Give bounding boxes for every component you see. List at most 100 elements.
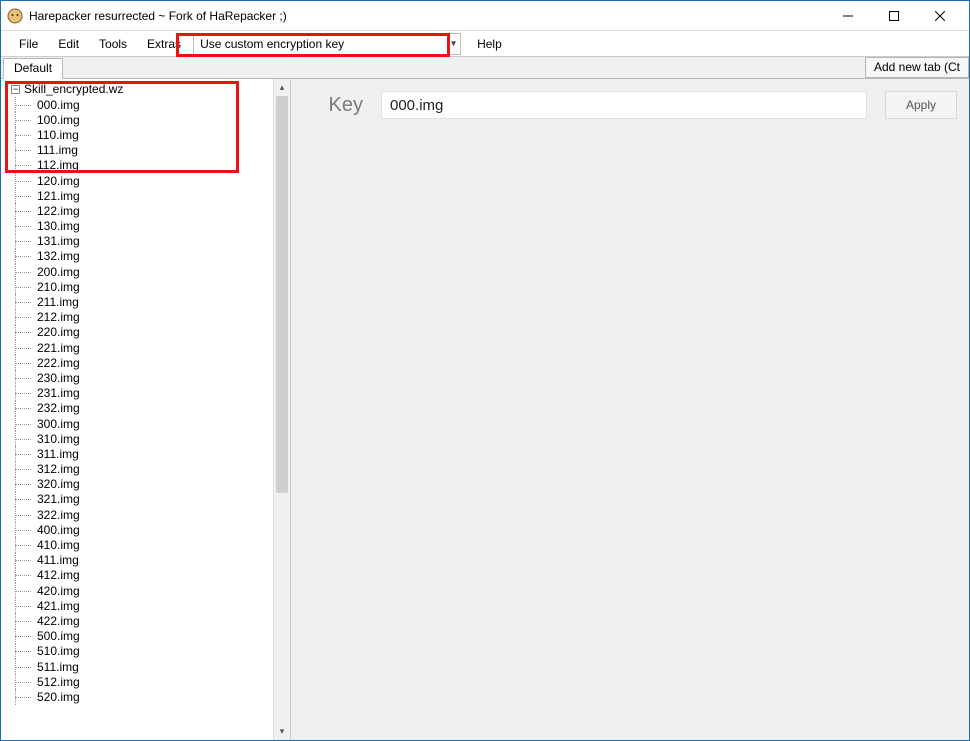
tree-item-label: 132.img bbox=[27, 249, 80, 263]
tree-item-label: 212.img bbox=[27, 310, 80, 324]
tree-scrollbar[interactable]: ▴ ▾ bbox=[273, 79, 290, 740]
tree-item[interactable]: 121.img bbox=[3, 188, 290, 203]
window-title: Harepacker resurrected ~ Fork of HaRepac… bbox=[29, 9, 825, 23]
tree-item-label: 110.img bbox=[27, 128, 79, 142]
tree-item[interactable]: 311.img bbox=[3, 446, 290, 461]
tree-item[interactable]: 312.img bbox=[3, 462, 290, 477]
tree-item-label: 400.img bbox=[27, 523, 80, 537]
tree-item-label: 310.img bbox=[27, 432, 80, 446]
tree-item[interactable]: 411.img bbox=[3, 553, 290, 568]
tree-item[interactable]: 221.img bbox=[3, 340, 290, 355]
menu-help[interactable]: Help bbox=[467, 33, 512, 55]
tree-item[interactable]: 420.img bbox=[3, 583, 290, 598]
tree-item[interactable]: 131.img bbox=[3, 234, 290, 249]
tree-item[interactable]: 112.img bbox=[3, 158, 290, 173]
tree-pane: −Skill_encrypted.wz000.img100.img110.img… bbox=[1, 79, 291, 740]
tree-item-label: 100.img bbox=[27, 113, 80, 127]
tree-item-label: 111.img bbox=[27, 143, 78, 157]
tree-item[interactable]: 300.img bbox=[3, 416, 290, 431]
tree-item[interactable]: 222.img bbox=[3, 355, 290, 370]
tree-item[interactable]: 410.img bbox=[3, 537, 290, 552]
tree-item-label: 311.img bbox=[27, 447, 79, 461]
tree-item[interactable]: 422.img bbox=[3, 613, 290, 628]
menu-file[interactable]: File bbox=[9, 33, 48, 55]
tree-item-label: 322.img bbox=[27, 508, 80, 522]
tree-item[interactable]: 220.img bbox=[3, 325, 290, 340]
tree-root-label: Skill_encrypted.wz bbox=[24, 82, 123, 96]
tree-item-label: 232.img bbox=[27, 401, 80, 415]
detail-pane: Key Apply bbox=[291, 79, 969, 740]
tree-item-label: 222.img bbox=[27, 356, 80, 370]
tree-item[interactable]: 500.img bbox=[3, 629, 290, 644]
chevron-down-icon: ▾ bbox=[451, 38, 456, 49]
app-icon bbox=[7, 8, 23, 24]
tree-item-label: 512.img bbox=[27, 675, 80, 689]
tree-item[interactable]: 321.img bbox=[3, 492, 290, 507]
tree-item[interactable]: 421.img bbox=[3, 598, 290, 613]
tree-item-label: 312.img bbox=[27, 462, 80, 476]
tree-item-label: 211.img bbox=[27, 295, 79, 309]
tree-item-label: 130.img bbox=[27, 219, 80, 233]
tab-default[interactable]: Default bbox=[3, 58, 63, 79]
tree-item[interactable]: 110.img bbox=[3, 127, 290, 142]
tree-item[interactable]: 400.img bbox=[3, 522, 290, 537]
tree-item[interactable]: 130.img bbox=[3, 219, 290, 234]
scroll-thumb[interactable] bbox=[276, 96, 288, 493]
tree-item-label: 520.img bbox=[27, 690, 80, 704]
tree-item[interactable]: 111.img bbox=[3, 143, 290, 158]
tree-item-label: 122.img bbox=[27, 204, 80, 218]
tree-item[interactable]: 132.img bbox=[3, 249, 290, 264]
menu-extras[interactable]: Extras bbox=[137, 33, 191, 55]
tree-item[interactable]: 320.img bbox=[3, 477, 290, 492]
tree-item[interactable]: 511.img bbox=[3, 659, 290, 674]
tree-item[interactable]: 310.img bbox=[3, 431, 290, 446]
tree-item-label: 320.img bbox=[27, 477, 80, 491]
add-tab-button[interactable]: Add new tab (Ct bbox=[865, 57, 969, 78]
encryption-key-dropdown[interactable]: Use custom encryption key ▾ bbox=[193, 33, 461, 55]
tree-item-label: 411.img bbox=[27, 553, 79, 567]
tree-item-label: 412.img bbox=[27, 568, 80, 582]
tree-item[interactable]: 211.img bbox=[3, 294, 290, 309]
maximize-button[interactable] bbox=[871, 2, 917, 30]
tree-item-label: 231.img bbox=[27, 386, 80, 400]
tree-item[interactable]: 120.img bbox=[3, 173, 290, 188]
tree-item[interactable]: 200.img bbox=[3, 264, 290, 279]
encryption-key-value: Use custom encryption key bbox=[200, 37, 344, 51]
minimize-button[interactable] bbox=[825, 2, 871, 30]
key-label: Key bbox=[303, 94, 363, 117]
tree-item-label: 422.img bbox=[27, 614, 80, 628]
title-bar: Harepacker resurrected ~ Fork of HaRepac… bbox=[1, 1, 969, 31]
key-input[interactable] bbox=[381, 91, 867, 119]
tree-item[interactable]: 510.img bbox=[3, 644, 290, 659]
tree-item-label: 420.img bbox=[27, 584, 80, 598]
collapse-icon[interactable]: − bbox=[11, 85, 20, 94]
tree-item-label: 120.img bbox=[27, 174, 80, 188]
tree-item[interactable]: 232.img bbox=[3, 401, 290, 416]
tree-item[interactable]: 212.img bbox=[3, 310, 290, 325]
tree-item[interactable]: 231.img bbox=[3, 386, 290, 401]
close-button[interactable] bbox=[917, 2, 963, 30]
tree-item[interactable]: 512.img bbox=[3, 674, 290, 689]
tree-item[interactable]: 210.img bbox=[3, 279, 290, 294]
tree-item[interactable]: 000.img bbox=[3, 97, 290, 112]
main-split: −Skill_encrypted.wz000.img100.img110.img… bbox=[1, 79, 969, 740]
tree-item[interactable]: 520.img bbox=[3, 689, 290, 704]
menu-edit[interactable]: Edit bbox=[48, 33, 89, 55]
window-controls bbox=[825, 2, 963, 30]
tree-item-label: 510.img bbox=[27, 644, 80, 658]
tree-item[interactable]: 412.img bbox=[3, 568, 290, 583]
tree-item[interactable]: 122.img bbox=[3, 203, 290, 218]
tree-item-label: 220.img bbox=[27, 325, 80, 339]
tree-item[interactable]: 100.img bbox=[3, 112, 290, 127]
menu-tools[interactable]: Tools bbox=[89, 33, 137, 55]
tree-item-label: 121.img bbox=[27, 189, 80, 203]
scroll-up-icon[interactable]: ▴ bbox=[274, 79, 290, 96]
tree-root[interactable]: −Skill_encrypted.wz bbox=[3, 81, 290, 97]
tree-item-label: 500.img bbox=[27, 629, 80, 643]
tree-item-label: 112.img bbox=[27, 158, 79, 172]
tree-item[interactable]: 322.img bbox=[3, 507, 290, 522]
apply-button[interactable]: Apply bbox=[885, 91, 957, 119]
tree-item[interactable]: 230.img bbox=[3, 370, 290, 385]
scroll-down-icon[interactable]: ▾ bbox=[274, 723, 290, 740]
tree-item-label: 421.img bbox=[27, 599, 80, 613]
